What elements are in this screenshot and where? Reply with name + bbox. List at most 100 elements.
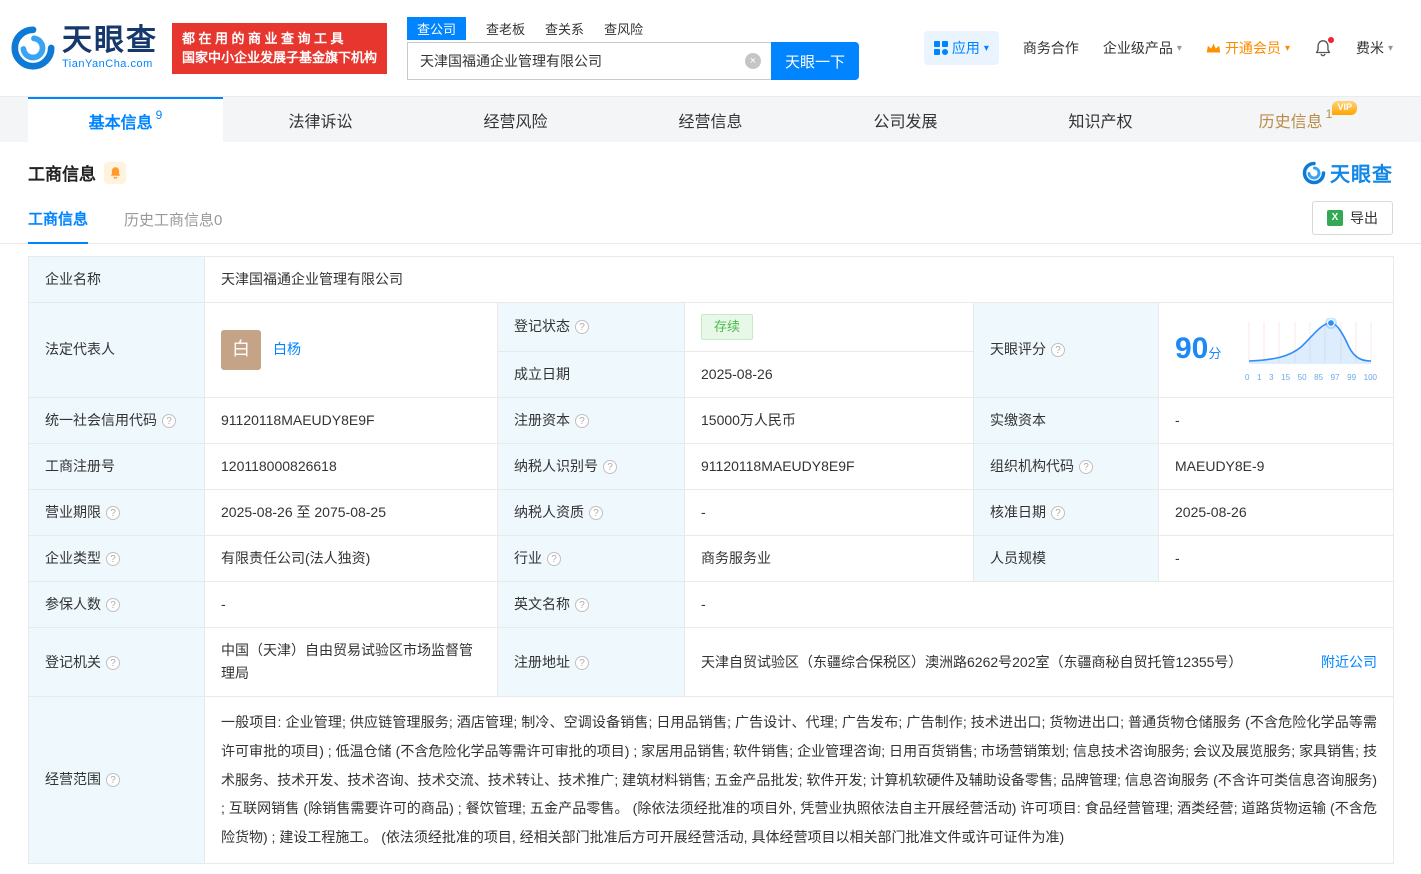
- company-name-label: 企业名称: [29, 257, 205, 303]
- help-icon[interactable]: ?: [106, 552, 120, 566]
- approval-date-value: 2025-08-26: [1159, 489, 1394, 535]
- slogan-banner: 都在用的商业查询工具 国家中小企业发展子基金旗下机构: [172, 23, 387, 74]
- insured-count-value: -: [205, 582, 498, 628]
- subtab-row: 工商信息 历史工商信息0 X 导出: [0, 195, 1421, 244]
- search-tab-risk[interactable]: 查风险: [604, 17, 643, 40]
- help-icon[interactable]: ?: [575, 656, 589, 670]
- nearby-companies-link[interactable]: 附近公司: [1321, 651, 1377, 674]
- tab-company-development[interactable]: 公司发展: [808, 97, 1003, 142]
- credit-code-label: 统一社会信用代码?: [29, 397, 205, 443]
- help-icon[interactable]: ?: [106, 506, 120, 520]
- table-row: 登记机关? 中国（天津）自由贸易试验区市场监督管理局 注册地址? 天津自贸试验区…: [29, 628, 1394, 697]
- tab-history-info[interactable]: 历史信息 1 VIP: [1198, 97, 1393, 142]
- help-icon[interactable]: ?: [1079, 460, 1093, 474]
- table-row: 企业名称 天津国福通企业管理有限公司: [29, 257, 1394, 303]
- insured-count-label: 参保人数?: [29, 582, 205, 628]
- table-row: 法定代表人 白 白杨 登记状态? 存续 天眼评分? 90分: [29, 303, 1394, 351]
- industry-value: 商务服务业: [685, 535, 974, 581]
- cooperation-menu[interactable]: 商务合作: [1023, 38, 1079, 58]
- help-icon[interactable]: ?: [575, 320, 589, 334]
- score-chart: 0131550859799100: [1245, 318, 1377, 382]
- tab-operation-risk[interactable]: 经营风险: [418, 97, 613, 142]
- reg-capital-label: 注册资本?: [498, 397, 685, 443]
- legal-rep-link[interactable]: 白杨: [273, 338, 301, 361]
- credit-code-value: 91120118MAEUDY8E9F: [205, 397, 498, 443]
- user-menu[interactable]: 费米 ▾: [1356, 38, 1393, 58]
- enterprise-product-menu[interactable]: 企业级产品 ▾: [1103, 38, 1182, 58]
- help-icon[interactable]: ?: [106, 656, 120, 670]
- apps-menu[interactable]: 应用 ▾: [924, 31, 999, 65]
- tianyancha-logo[interactable]: 天眼查 TianYanCha.com: [10, 25, 158, 71]
- help-icon[interactable]: ?: [1051, 343, 1065, 357]
- search-button[interactable]: 天眼一下: [771, 42, 859, 80]
- search-input[interactable]: [418, 52, 745, 70]
- page-header: 天眼查 TianYanCha.com 都在用的商业查询工具 国家中小企业发展子基…: [0, 0, 1421, 96]
- help-icon[interactable]: ?: [575, 414, 589, 428]
- help-icon[interactable]: ?: [547, 552, 561, 566]
- table-row: 企业类型? 有限责任公司(法人独资) 行业? 商务服务业 人员规模 -: [29, 535, 1394, 581]
- top-menu: 应用 ▾ 商务合作 企业级产品 ▾ 开通会员 ▾ 费米 ▾: [924, 31, 1393, 65]
- score-axis-ticks: 0131550859799100: [1245, 374, 1377, 382]
- section-title: 工商信息: [28, 160, 96, 185]
- establish-date-value: 2025-08-26: [685, 351, 974, 397]
- table-row: 参保人数? - 英文名称? -: [29, 582, 1394, 628]
- tab-intellectual-property[interactable]: 知识产权: [1003, 97, 1198, 142]
- company-type-value: 有限责任公司(法人独资): [205, 535, 498, 581]
- company-name-value: 天津国福通企业管理有限公司: [205, 257, 1394, 303]
- chevron-down-icon: ▾: [1177, 43, 1182, 54]
- subtab-history-business-info[interactable]: 历史工商信息0: [124, 209, 222, 243]
- table-row: 经营范围? 一般项目: 企业管理; 供应链管理服务; 酒店管理; 制冷、空调设备…: [29, 697, 1394, 863]
- approval-date-label: 核准日期?: [974, 489, 1159, 535]
- establish-date-label: 成立日期: [498, 351, 685, 397]
- business-info-table: 企业名称 天津国福通企业管理有限公司 法定代表人 白 白杨 登记状态? 存续 天…: [28, 256, 1394, 864]
- score-unit: 分: [1208, 346, 1221, 361]
- help-icon[interactable]: ?: [1051, 506, 1065, 520]
- help-icon[interactable]: ?: [106, 773, 120, 787]
- excel-icon: X: [1327, 210, 1343, 226]
- export-button[interactable]: X 导出: [1312, 201, 1393, 235]
- chevron-down-icon: ▾: [1285, 43, 1290, 54]
- tab-basic-info[interactable]: 基本信息 9: [28, 97, 223, 142]
- english-name-label: 英文名称?: [498, 582, 685, 628]
- search-tab-company[interactable]: 查公司: [407, 17, 466, 40]
- legal-rep-label: 法定代表人: [29, 303, 205, 398]
- tianyancha-logo-icon: [1302, 161, 1326, 185]
- brand-domain: TianYanCha.com: [62, 59, 158, 70]
- search-tab-boss[interactable]: 查老板: [486, 17, 525, 40]
- notification-dot: [1328, 37, 1334, 43]
- paid-capital-label: 实缴资本: [974, 397, 1159, 443]
- table-row: 营业期限? 2025-08-26 至 2075-08-25 纳税人资质? - 核…: [29, 489, 1394, 535]
- tab-badge: 1: [1326, 107, 1333, 121]
- notifications-bell[interactable]: [1314, 39, 1332, 57]
- legal-rep-avatar[interactable]: 白: [221, 330, 261, 370]
- clear-icon[interactable]: ×: [745, 53, 761, 69]
- score-curve-chart: [1245, 318, 1377, 366]
- search-tabs: 查公司 查老板 查关系 查风险: [407, 16, 859, 40]
- tab-legal-litigation[interactable]: 法律诉讼: [223, 97, 418, 142]
- open-vip-menu[interactable]: 开通会员 ▾: [1206, 38, 1290, 58]
- section-header: 工商信息 天眼查: [0, 142, 1421, 195]
- reg-status-value: 存续: [685, 303, 974, 351]
- subtab-business-info[interactable]: 工商信息: [28, 208, 88, 244]
- help-icon[interactable]: ?: [603, 460, 617, 474]
- help-icon[interactable]: ?: [589, 506, 603, 520]
- username: 费米: [1356, 38, 1384, 58]
- industry-label: 行业?: [498, 535, 685, 581]
- reg-authority-value: 中国（天津）自由贸易试验区市场监督管理局: [205, 628, 498, 697]
- vip-badge: VIP: [1332, 101, 1357, 115]
- help-icon[interactable]: ?: [575, 598, 589, 612]
- business-term-label: 营业期限?: [29, 489, 205, 535]
- table-row: 工商注册号 120118000826618 纳税人识别号? 91120118MA…: [29, 443, 1394, 489]
- taxpayer-id-value: 91120118MAEUDY8E9F: [685, 443, 974, 489]
- subscribe-bell-button[interactable]: [104, 162, 126, 184]
- search-block: 查公司 查老板 查关系 查风险 × 天眼一下: [407, 16, 859, 80]
- search-tab-relation[interactable]: 查关系: [545, 17, 584, 40]
- chevron-down-icon: ▾: [984, 43, 989, 54]
- slogan-line1: 都在用的商业查询工具: [182, 29, 377, 49]
- help-icon[interactable]: ?: [162, 414, 176, 428]
- reg-capital-value: 15000万人民币: [685, 397, 974, 443]
- staff-size-label: 人员规模: [974, 535, 1159, 581]
- crown-icon: [1206, 42, 1221, 54]
- tab-operation-info[interactable]: 经营信息: [613, 97, 808, 142]
- help-icon[interactable]: ?: [106, 598, 120, 612]
